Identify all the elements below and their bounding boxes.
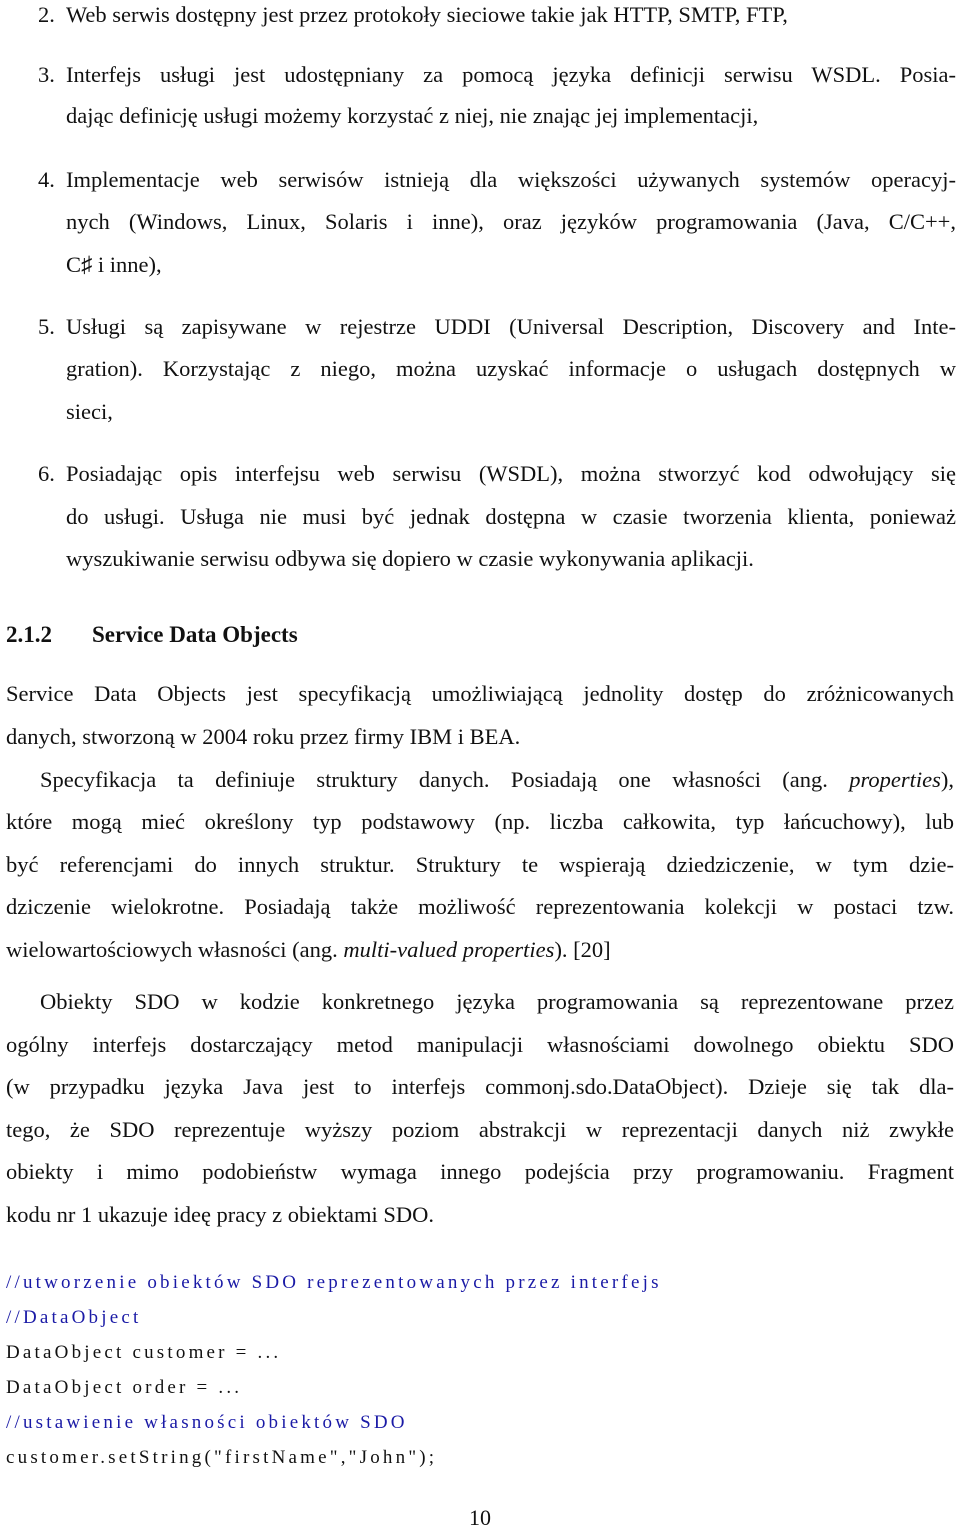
- paragraph-line: które mogą mieć określony typ podstawowy…: [6, 809, 954, 834]
- paragraph-line: (w przypadku języka Java jest to interfe…: [6, 1074, 954, 1099]
- code-comment: //ustawienie własności obiektów SDO: [6, 1412, 408, 1433]
- paragraph-line: Obiekty SDO w kodzie konkretnego języka …: [40, 989, 954, 1014]
- paragraph-line: dziczenie wielokrotne. Posiadają także m…: [6, 894, 954, 919]
- citation: ). [20]: [554, 937, 611, 962]
- section-title: Service Data Objects: [92, 622, 298, 647]
- list-item-number: 3.: [38, 62, 55, 87]
- list-item-number: 5.: [38, 314, 55, 339]
- emphasis-term: properties: [849, 767, 941, 792]
- code-line: DataObject customer = ...: [6, 1342, 282, 1363]
- list-item-number: 4.: [38, 167, 55, 192]
- list-item-text: Posiadając opis interfejsu web serwisu (…: [66, 461, 956, 486]
- list-item-text: nych (Windows, Linux, Solaris i inne), o…: [66, 209, 956, 234]
- list-item-text: C♯ i inne),: [66, 252, 162, 277]
- code-comment: //utworzenie obiektów SDO reprezentowany…: [6, 1272, 662, 1293]
- list-item-number: 2.: [38, 2, 55, 27]
- paragraph-line: kodu nr 1 ukazuje ideę pracy z obiektami…: [6, 1202, 434, 1227]
- list-item-text: Web serwis dostępny jest przez protokoły…: [66, 2, 788, 27]
- list-item-text: sieci,: [66, 399, 113, 424]
- list-item-text: do usługi. Usługa nie musi być jednak do…: [66, 504, 956, 529]
- paragraph-line: wielowartościowych własności (ang. multi…: [6, 935, 611, 965]
- code-line: customer.setString("firstName","John");: [6, 1447, 438, 1468]
- code-line: DataObject order = ...: [6, 1377, 243, 1398]
- list-item-text: wyszukiwanie serwisu odbywa się dopiero …: [66, 546, 754, 571]
- paragraph-line: być referencjami do innych struktur. Str…: [6, 852, 954, 877]
- page-number: 10: [469, 1505, 491, 1530]
- text-run: Specyfikacja ta definiuje struktury dany…: [40, 767, 850, 792]
- document-page: 2. Web serwis dostępny jest przez protok…: [0, 0, 960, 1530]
- emphasis-term: multi-valued properties: [343, 937, 555, 962]
- section-heading: 2.1.2 Service Data Objects: [6, 620, 298, 650]
- list-item-text: gration). Korzystając z niego, można uzy…: [66, 356, 956, 381]
- text-run: ),: [940, 767, 954, 792]
- list-item-text: Implementacje web serwisów istnieją dla …: [66, 167, 956, 192]
- list-item-number: 6.: [38, 461, 55, 486]
- paragraph-line: ogólny interfejs dostarczający metod man…: [6, 1032, 954, 1057]
- text-run: wielowartościowych własności (ang.: [6, 937, 344, 962]
- paragraph-line: danych, stworzoną w 2004 roku przez firm…: [6, 724, 521, 749]
- list-item-text: Interfejs usługi jest udostępniany za po…: [66, 62, 956, 87]
- paragraph-line: obiekty i mimo podobieństw wymaga innego…: [6, 1159, 954, 1184]
- section-number: 2.1.2: [6, 622, 52, 647]
- paragraph-line: tego, że SDO reprezentuje wyższy poziom …: [6, 1117, 954, 1142]
- paragraph-line: Specyfikacja ta definiuje struktury dany…: [40, 765, 954, 795]
- list-item-text: dając definicję usługi możemy korzystać …: [66, 103, 759, 128]
- paragraph-line: Service Data Objects jest specyfikacją u…: [6, 681, 954, 706]
- list-item-text: Usługi są zapisywane w rejestrze UDDI (U…: [66, 314, 956, 339]
- code-comment: //DataObject: [6, 1307, 142, 1328]
